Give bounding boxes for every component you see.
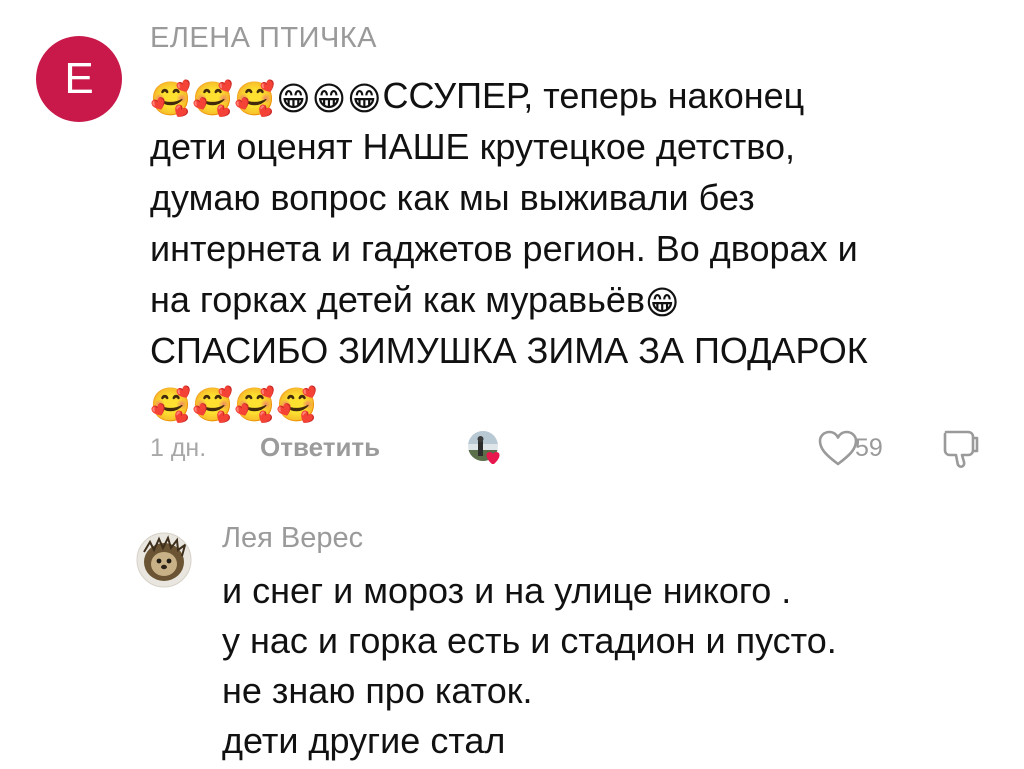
emoji-icon: 😁 <box>311 80 347 117</box>
heart-outline-icon <box>818 430 858 466</box>
reply-line: дети другие стал <box>222 720 506 761</box>
hedgehog-avatar <box>136 532 192 588</box>
comment-text: дети оценят НАШЕ крутецкое детство, <box>150 126 796 167</box>
emoji-icon: 😁 <box>347 80 382 117</box>
reply-line: у нас и горка есть и стадион и пусто. <box>222 620 837 661</box>
emoji-icon: 🥰 <box>192 386 234 423</box>
emoji-icon: 🥰 <box>150 80 192 117</box>
comment-time: 1 дн. <box>150 434 207 462</box>
comment-text: на горках детей как муравьёв <box>150 279 646 320</box>
dislike-button[interactable] <box>938 428 982 470</box>
comment-text: думаю вопрос как мы выживали без <box>150 177 755 218</box>
comment-line: думаю вопрос как мы выживали без <box>150 172 1010 223</box>
comment-line: 🥰🥰🥰😁😁😁ССУПЕР, теперь наконец <box>150 70 1010 121</box>
emoji-icon: 🥰 <box>276 386 318 423</box>
comment-text: ССУПЕР, теперь наконец <box>382 75 805 116</box>
comment-meta: 1 дн. Ответить 59 <box>150 428 1000 468</box>
emoji-icon: 🥰 <box>234 386 276 423</box>
reply-body: и снег и мороз и на улице никого . у нас … <box>222 566 1012 766</box>
thumbs-down-outline-icon <box>943 430 979 468</box>
comment-line: интернета и гаджетов регион. Во дворах и <box>150 223 1010 274</box>
reply-author[interactable]: Лея Верес <box>222 522 363 555</box>
comment-line: СПАСИБО ЗИМУШКА ЗИМА ЗА ПОДАРОК <box>150 325 1010 376</box>
creator-liked-avatar <box>466 428 506 468</box>
comment-body: 🥰🥰🥰😁😁😁ССУПЕР, теперь наконец дети оценят … <box>150 70 1010 427</box>
like-button[interactable] <box>816 428 860 468</box>
reply-author-avatar[interactable] <box>136 532 192 588</box>
reply-button[interactable]: Ответить <box>260 432 380 463</box>
reply-line: не знаю про каток. <box>222 670 533 711</box>
comment-text: интернета и гаджетов регион. Во дворах и <box>150 228 858 269</box>
comment-line: 🥰🥰🥰🥰 <box>150 376 1010 427</box>
comment-line: на горках детей как муравьёв😁 <box>150 274 1010 325</box>
emoji-icon: 😁 <box>645 284 680 321</box>
comment-line: дети оценят НАШЕ крутецкое детство, <box>150 121 1010 172</box>
emoji-icon: 🥰 <box>234 80 276 117</box>
emoji-icon: 🥰 <box>192 80 234 117</box>
like-count: 59 <box>855 434 883 462</box>
comment-author[interactable]: ЕЛЕНА ПТИЧКА <box>150 22 377 55</box>
emoji-icon: 😁 <box>276 80 311 117</box>
author-avatar[interactable]: E <box>36 36 122 122</box>
emoji-icon: 🥰 <box>150 386 192 423</box>
comment-text: СПАСИБО ЗИМУШКА ЗИМА ЗА ПОДАРОК <box>150 330 868 371</box>
reply-line: и снег и мороз и на улице никого . <box>222 570 792 611</box>
